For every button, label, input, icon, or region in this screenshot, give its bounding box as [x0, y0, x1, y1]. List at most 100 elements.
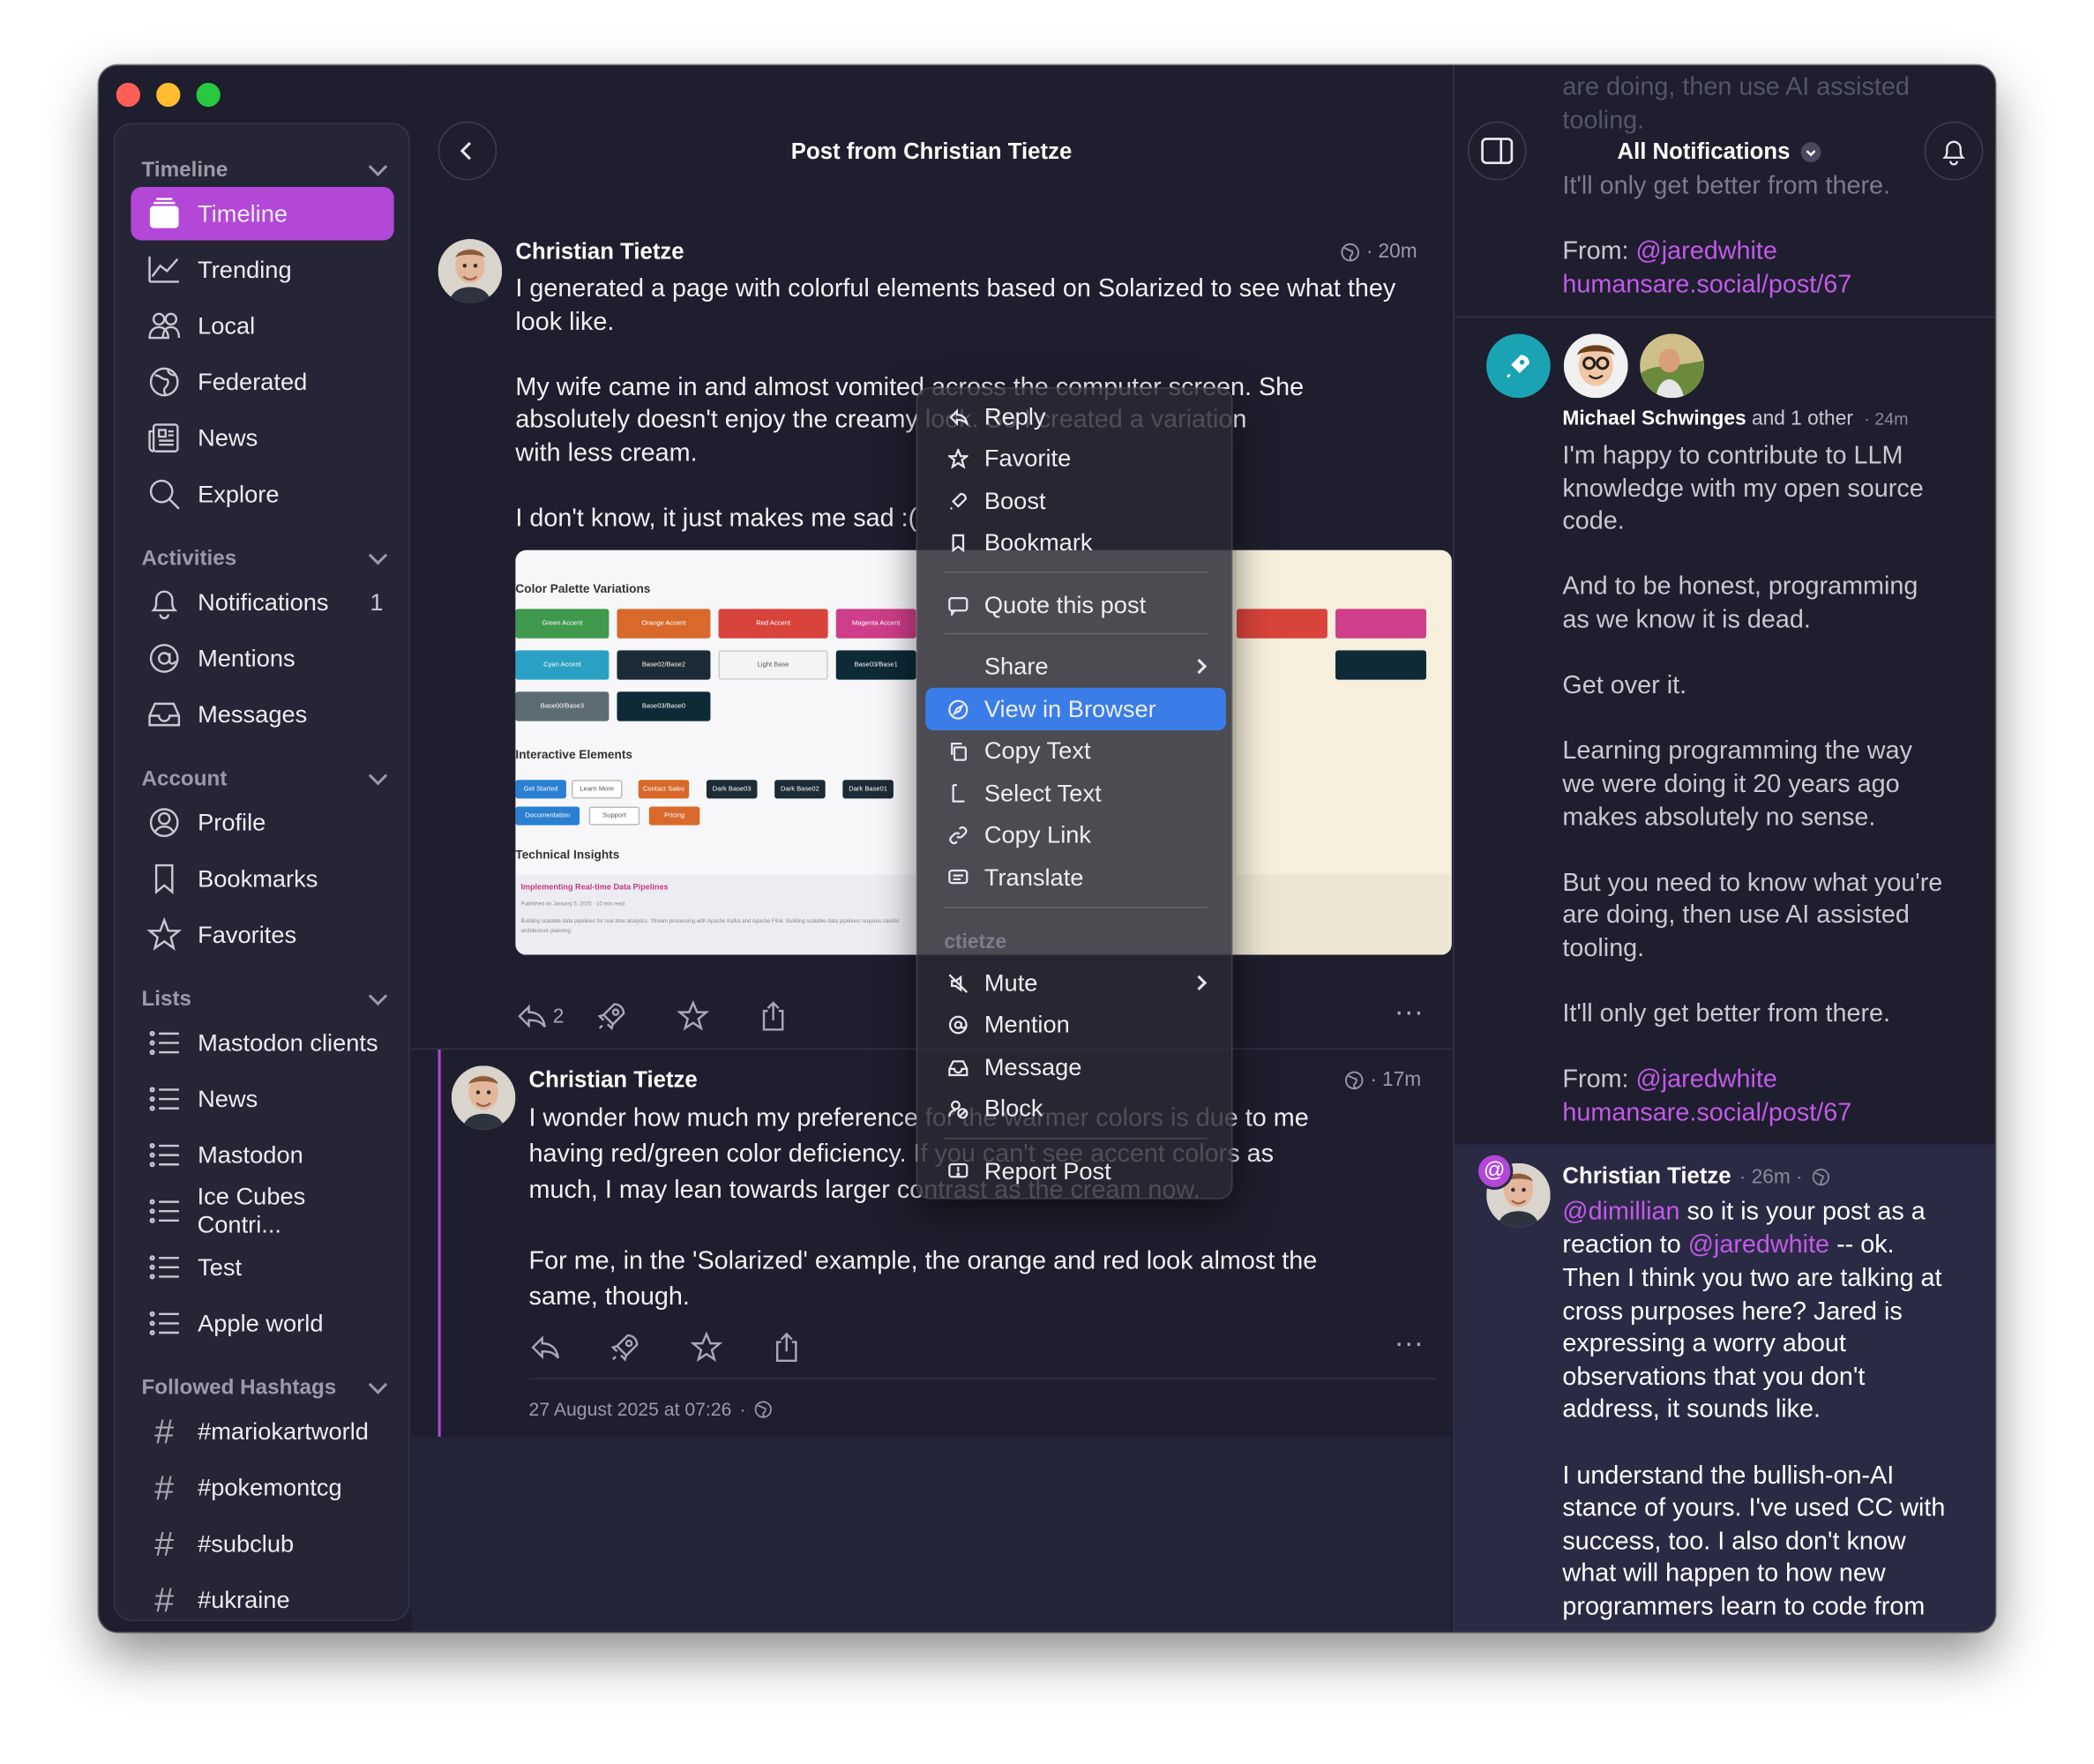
chevron-down-icon[interactable] — [368, 546, 388, 565]
sidebar-list-item[interactable]: Ice Cubes Contri... — [131, 1183, 393, 1238]
chevron-down-icon[interactable] — [368, 986, 388, 1006]
mention-link[interactable]: @dimillian — [1562, 1198, 1679, 1226]
zoom-window-button[interactable] — [196, 82, 221, 108]
menu-item-select-text[interactable]: Select Text — [925, 772, 1226, 814]
sidebar-list-item[interactable]: Apple world — [131, 1297, 393, 1350]
section-activities[interactable]: Activities — [141, 548, 236, 572]
menu-item-label: Copy Link — [983, 821, 1092, 848]
post-author[interactable]: Christian Tietze — [515, 239, 684, 265]
color-swatch — [1236, 609, 1327, 639]
post-author[interactable]: Christian Tietze — [529, 1067, 698, 1094]
sidebar-list-item[interactable]: Mastodon — [131, 1128, 393, 1182]
sidebar-item-messages[interactable]: Messages — [131, 688, 393, 742]
sidebar-item-notifications[interactable]: Notifications 1 — [131, 576, 393, 630]
toggle-sidebar-button[interactable] — [1467, 121, 1527, 181]
share-icon[interactable] — [757, 1000, 789, 1032]
sidebar-item-federated[interactable]: Federated — [131, 355, 393, 409]
sidebar-item-mentions[interactable]: Mentions — [131, 632, 393, 685]
favorite-star-icon[interactable] — [677, 1000, 709, 1032]
share-icon[interactable] — [771, 1331, 803, 1363]
section-followed-hashtags[interactable]: Followed Hashtags — [141, 1377, 336, 1401]
reply-icon[interactable] — [529, 1331, 561, 1363]
block-user-icon — [946, 1099, 968, 1120]
text-line: as we know it is dead. — [1562, 606, 1811, 635]
sidebar-item-bookmarks[interactable]: Bookmarks — [131, 852, 393, 906]
chevron-down-icon[interactable] — [368, 1375, 388, 1394]
menu-item-translate[interactable]: Translate — [925, 856, 1226, 899]
menu-item-bookmark[interactable]: Bookmark — [925, 522, 1226, 564]
image-article-meta: Published on January 5, 2025 · 10 min re… — [520, 900, 624, 908]
minimize-window-button[interactable] — [156, 82, 181, 108]
list-icon — [146, 1080, 183, 1117]
chevron-down-icon[interactable] — [368, 766, 388, 786]
menu-item-block[interactable]: Block — [925, 1088, 1226, 1131]
sidebar-item-news[interactable]: News — [131, 411, 393, 465]
mention-link[interactable]: @jaredwhite — [1636, 237, 1777, 265]
at-sign-icon: @ — [1476, 1152, 1514, 1191]
sidebar-item-timeline[interactable]: Timeline — [131, 186, 394, 241]
sidebar-item-label: Trending — [198, 255, 292, 283]
sidebar-item-label: News — [198, 423, 258, 451]
reply-button[interactable]: 2 — [515, 1000, 564, 1032]
menu-item-favorite[interactable]: Favorite — [925, 437, 1226, 480]
notification-time: · 24m — [1864, 408, 1909, 430]
menu-item-quote-this-post[interactable]: Quote this post — [925, 584, 1226, 626]
notifications-filter-dropdown[interactable]: All Notifications — [1617, 138, 1821, 165]
faded-text: are doing, then use AI assisted tooling. — [1562, 72, 1909, 138]
color-swatch: Orange Accent — [617, 609, 711, 639]
menu-item-mute[interactable]: Mute — [925, 961, 1226, 1004]
text-line — [1562, 966, 1976, 998]
sidebar-hashtag-item[interactable]: # #ukraine — [131, 1573, 393, 1620]
sidebar-item-local[interactable]: Local — [131, 299, 393, 353]
sidebar-item-explore[interactable]: Explore — [131, 467, 393, 521]
sidebar-item-profile[interactable]: Profile — [131, 796, 393, 849]
section-timeline[interactable]: Timeline — [141, 159, 228, 183]
boost-rocket-icon[interactable] — [609, 1331, 640, 1363]
sidebar-list-item[interactable]: Test — [131, 1241, 393, 1295]
menu-item-copy-text[interactable]: Copy Text — [925, 730, 1226, 773]
section-lists[interactable]: Lists — [141, 988, 191, 1012]
menu-item-copy-link[interactable]: Copy Link — [925, 814, 1226, 856]
chevron-down-icon[interactable] — [368, 157, 388, 176]
bell-button[interactable] — [1924, 121, 1984, 181]
menu-item-label: Select Text — [983, 779, 1102, 807]
menu-item-mention[interactable]: Mention — [925, 1004, 1226, 1046]
text-line: Then I think you two are talking at — [1562, 1264, 1942, 1293]
section-account[interactable]: Account — [141, 768, 227, 792]
menu-item-share[interactable]: Share — [925, 645, 1226, 687]
boost-rocket-icon[interactable] — [595, 1000, 627, 1032]
text-line: address, it sounds like. — [1562, 1395, 1821, 1424]
bell-icon — [1941, 140, 1966, 166]
notification-author[interactable]: Michael Schwinges — [1562, 407, 1746, 430]
avatar[interactable] — [1640, 333, 1704, 399]
more-options-icon[interactable]: ··· — [1395, 997, 1424, 1026]
color-swatch: Green Accent — [515, 609, 610, 639]
close-window-button[interactable] — [116, 82, 140, 108]
avatar[interactable] — [451, 1065, 516, 1130]
more-options-icon[interactable]: ··· — [1395, 1328, 1424, 1357]
avatar[interactable] — [437, 239, 503, 303]
menu-item-report-post[interactable]: Report Post — [925, 1150, 1226, 1192]
menu-item-label: Copy Text — [983, 736, 1091, 765]
sidebar-list-item[interactable]: News — [131, 1073, 393, 1126]
sidebar-hashtag-item[interactable]: # #pokemontcg — [131, 1461, 393, 1514]
avatar[interactable] — [1563, 333, 1628, 399]
text-line: look like. — [515, 308, 615, 336]
menu-item-message[interactable]: Message — [925, 1046, 1226, 1088]
menu-item-reply[interactable]: Reply — [925, 395, 1226, 437]
mention-author[interactable]: Christian Tietze — [1562, 1163, 1731, 1190]
sidebar-item-favorites[interactable]: Favorites — [131, 908, 393, 962]
sidebar-hashtag-item[interactable]: # #mariokartworld — [131, 1405, 393, 1459]
post-link[interactable]: humansare.social/post/67 — [1562, 270, 1851, 303]
mention-link[interactable]: @jaredwhite — [1688, 1231, 1829, 1259]
mention-header: Christian Tietze · 26m · — [1562, 1163, 1830, 1190]
sidebar-list-item[interactable]: Mastodon clients — [131, 1016, 393, 1070]
menu-item-boost[interactable]: Boost — [925, 480, 1226, 522]
sidebar-hashtag-item[interactable]: # #subclub — [131, 1517, 393, 1571]
menu-item-view-in-browser[interactable]: View in Browser — [925, 687, 1226, 731]
text-line: I generated a page with colorful element… — [515, 274, 1396, 303]
favorite-star-icon[interactable] — [690, 1331, 723, 1363]
report-icon — [946, 1161, 968, 1182]
sidebar-item-trending[interactable]: Trending — [131, 243, 393, 297]
color-swatch — [1335, 650, 1426, 680]
